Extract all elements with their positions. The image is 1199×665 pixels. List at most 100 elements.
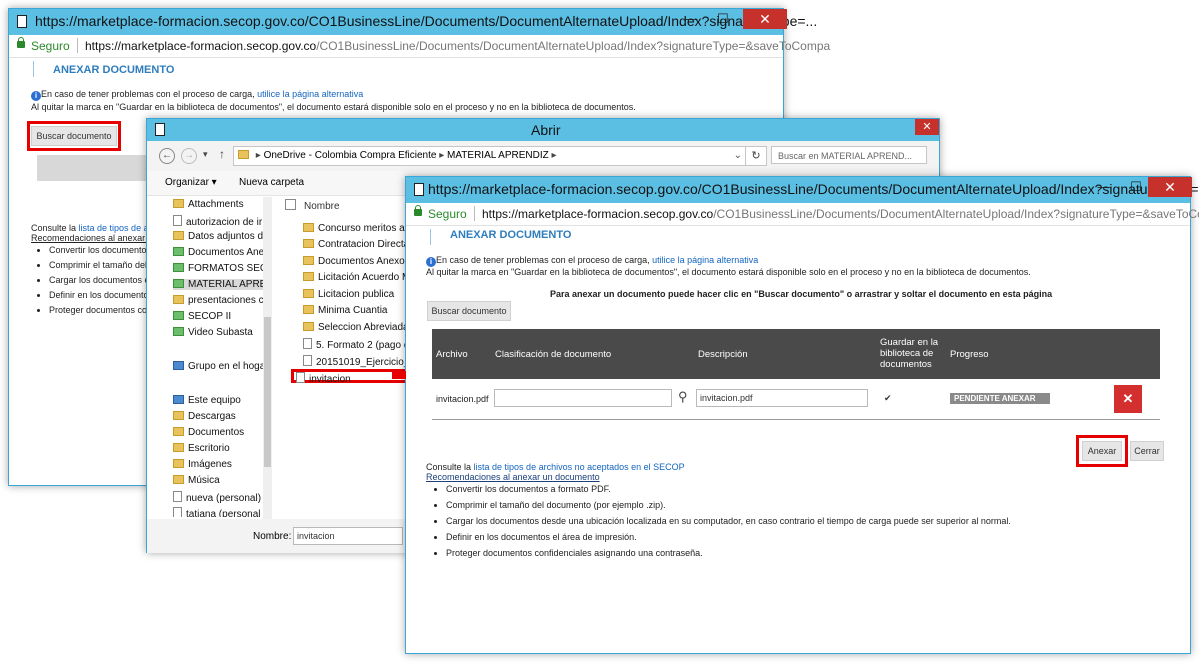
history-chevron-icon[interactable]: ▾ <box>203 149 208 160</box>
filename-input[interactable]: invitacion <box>293 527 403 545</box>
nav-item[interactable]: Datos adjuntos d <box>173 231 263 242</box>
search-icon[interactable]: ⚲ <box>678 389 688 405</box>
drag-hint: Para anexar un documento puede hacer cli… <box>550 289 1053 299</box>
nav-pc-item[interactable]: Imágenes <box>173 459 232 470</box>
file-item[interactable]: Licitacion publica <box>303 289 394 300</box>
info-line: i En caso de tener problemas con el proce… <box>31 89 363 101</box>
upload-row: invitacion.pdf ⚲ invitacion.pdf ✔ PENDIE… <box>432 379 1160 420</box>
file-item[interactable]: Seleccion Abreviada <box>303 322 409 333</box>
folder-icon <box>238 150 249 159</box>
rec-item: Comprimir el tamaño del documento (por e… <box>446 500 1011 510</box>
nav-pc-item[interactable]: tatiana (personal <box>173 507 261 517</box>
column-header-name[interactable]: Nombre <box>285 199 340 212</box>
info-icon: i <box>426 257 436 267</box>
descripcion-input[interactable]: invitacion.pdf <box>696 389 868 407</box>
new-folder-button[interactable]: Nueva carpeta <box>239 177 304 188</box>
breadcrumb-material[interactable]: MATERIAL APRENDIZ <box>447 150 549 161</box>
front-address-bar[interactable]: Seguro https://marketplace-formacion.sec… <box>406 203 1199 226</box>
nav-item[interactable]: Video Subasta <box>173 327 253 338</box>
rec-item: Definir en los documento <box>49 290 151 300</box>
consult-line: Consulte la lista de tipos de ar <box>31 223 152 233</box>
file-item[interactable]: Minima Cuantia <box>303 305 387 316</box>
filename-label: Nombre: <box>253 531 292 542</box>
rec-item: Proteger documentos confidenciales asign… <box>446 548 1011 558</box>
breadcrumb[interactable]: ▸ OneDrive - Colombia Compra Eficiente ▸… <box>233 146 747 166</box>
nav-homegroup[interactable]: Grupo en el hogar <box>173 361 263 372</box>
close-icon[interactable]: ✕ <box>743 9 787 29</box>
col-progreso: Progreso <box>950 349 989 360</box>
library-note: Al quitar la marca en "Guardar en la bib… <box>426 267 1031 277</box>
highlight-buscar <box>27 121 121 151</box>
types-link[interactable]: lista de tipos de ar <box>79 223 152 233</box>
forward-arrow-icon[interactable]: → <box>181 148 197 164</box>
nav-pc-item[interactable]: Documentos <box>173 427 244 438</box>
recs-list: Convertir los documentos a formato PDF. … <box>428 484 1011 564</box>
file-item[interactable]: Concurso meritos ab <box>303 223 410 234</box>
front-browser-window: https://marketplace-formacion.secop.gov.… <box>405 176 1199 654</box>
dialog-title-bar: Abrir ✕ <box>147 119 939 141</box>
back-arrow-icon[interactable]: ← <box>159 148 175 164</box>
select-all-checkbox[interactable] <box>285 199 296 210</box>
minimize-icon[interactable]: — <box>677 9 705 31</box>
types-link[interactable]: lista de tipos de archivos no aceptados … <box>474 462 685 472</box>
close-icon[interactable]: ✕ <box>915 119 939 135</box>
page-icon <box>17 15 27 28</box>
info-icon: i <box>31 91 41 101</box>
refresh-icon[interactable]: ↻ <box>745 146 767 166</box>
nav-item[interactable]: Documentos Ane <box>173 247 263 258</box>
page-icon <box>155 123 165 136</box>
rec-item: Cargar los documentos desde una ubicació… <box>446 516 1011 526</box>
info-line: i En caso de tener problemas con el proce… <box>426 255 758 267</box>
nav-item[interactable]: presentaciones c <box>173 295 263 306</box>
organize-button[interactable]: Organizar ▾ <box>165 177 217 188</box>
col-archivo: Archivo <box>436 349 468 360</box>
dialog-search-input[interactable]: Buscar en MATERIAL APREND... <box>771 146 927 164</box>
nav-item[interactable]: SECOP II <box>173 311 231 322</box>
nav-this-pc[interactable]: Este equipo <box>173 395 241 406</box>
maximize-icon[interactable]: ☐ <box>709 9 737 31</box>
upload-table-header: Archivo Clasificación de documento Descr… <box>432 329 1160 379</box>
file-item[interactable]: Licitación Acuerdo M <box>303 272 410 283</box>
page-heading: ANEXAR DOCUMENTO <box>53 64 175 76</box>
nav-item[interactable]: Attachments <box>173 199 244 210</box>
file-item[interactable]: Documentos Anexos <box>303 256 410 267</box>
file-item[interactable]: Contratacion Directa <box>303 239 409 250</box>
front-title-bar: https://marketplace-formacion.secop.gov.… <box>406 177 1199 203</box>
nav-item[interactable]: FORMATOS SECO <box>173 263 263 274</box>
dropdown-icon[interactable]: ⌄ <box>734 147 742 165</box>
minimize-icon[interactable]: — <box>1090 177 1118 199</box>
dialog-nav-bar: ← → ▾ ↑ ▸ OneDrive - Colombia Compra Efi… <box>147 141 939 171</box>
nav-item[interactable]: autorizacion de ir <box>173 215 262 228</box>
guardar-checkbox[interactable]: ✔ <box>884 393 892 404</box>
recs-title: Recomendaciones al anexar un documento <box>426 472 600 482</box>
rec-item: Definir en los documentos el área de imp… <box>446 532 1011 542</box>
alternate-page-link[interactable]: utilice la página alternativa <box>257 89 363 99</box>
rec-item: Cargar los documentos e <box>49 275 151 285</box>
back-title-bar: https://marketplace-formacion.secop.gov.… <box>9 9 817 35</box>
delete-row-button[interactable]: ✕ <box>1114 385 1142 413</box>
nav-scrollbar[interactable] <box>263 197 272 519</box>
file-item[interactable]: 5. Formato 2 (pago d <box>303 338 409 351</box>
up-arrow-icon[interactable]: ↑ <box>219 147 225 161</box>
cerrar-button[interactable]: Cerrar <box>1130 441 1164 461</box>
col-clasificacion: Clasificación de documento <box>495 349 612 360</box>
close-icon[interactable]: ✕ <box>1148 177 1192 197</box>
alternate-page-link[interactable]: utilice la página alternativa <box>652 255 758 265</box>
address-url[interactable]: https://marketplace-formacion.secop.gov.… <box>85 39 830 53</box>
file-item[interactable]: 20151019_Ejercicio_P <box>303 355 416 368</box>
nav-pc-item[interactable]: Música <box>173 475 220 486</box>
address-url[interactable]: https://marketplace-formacion.secop.gov.… <box>482 207 1199 221</box>
back-address-bar[interactable]: Seguro https://marketplace-formacion.sec… <box>9 35 830 58</box>
buscar-documento-button[interactable]: Buscar documento <box>427 301 511 321</box>
nav-item-selected[interactable]: MATERIAL APREN <box>173 279 263 290</box>
lock-icon <box>414 205 422 216</box>
dialog-title: Abrir <box>531 122 561 138</box>
nav-pc-item[interactable]: nueva (personal) <box>173 491 261 504</box>
consult-line: Consulte la lista de tipos de archivos n… <box>426 462 685 472</box>
clasificacion-input[interactable] <box>494 389 672 407</box>
nav-pc-item[interactable]: Descargas <box>173 411 236 422</box>
maximize-icon[interactable]: ☐ <box>1122 177 1150 199</box>
nav-pc-item[interactable]: Escritorio <box>173 443 230 454</box>
drop-area[interactable] <box>37 155 149 181</box>
breadcrumb-onedrive[interactable]: OneDrive - Colombia Compra Eficiente <box>264 150 437 161</box>
